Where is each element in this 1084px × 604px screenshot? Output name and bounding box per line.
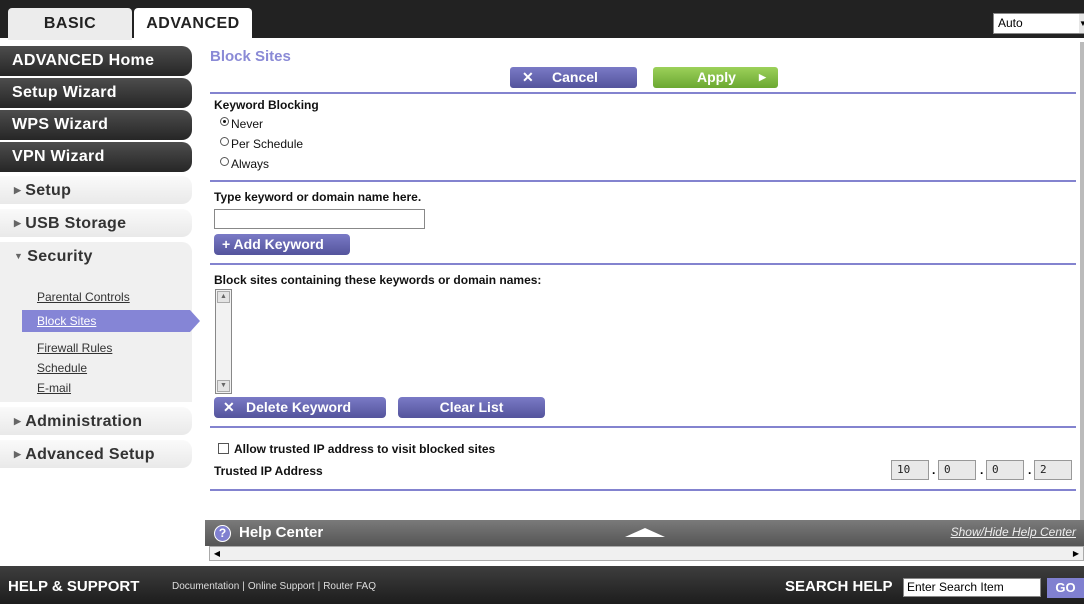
show-hide-help-link[interactable]: Show/Hide Help Center: [951, 525, 1076, 539]
keyword-blocking-label: Keyword Blocking: [214, 98, 319, 112]
sidebar-item-label: Security: [27, 248, 93, 265]
caret-right-icon: ▶: [14, 416, 22, 426]
scroll-down-icon[interactable]: ▼: [217, 380, 230, 392]
sidebar-item-label: Setup: [25, 182, 72, 199]
main-panel: Block Sites ✕ Cancel Apply ▶ Keyword Blo…: [205, 42, 1084, 520]
checkbox-icon: [218, 443, 229, 454]
scroll-left-icon[interactable]: ◀: [211, 548, 223, 559]
trusted-ip-octet-3[interactable]: 0: [986, 460, 1024, 480]
play-arrow-icon: ▶: [759, 72, 766, 82]
sidebar-subitem-schedule[interactable]: Schedule: [37, 361, 87, 375]
delete-keyword-button[interactable]: ✕ Delete Keyword: [214, 397, 386, 418]
sidebar-subitem-block-sites[interactable]: Block Sites: [22, 310, 200, 332]
divider: [210, 489, 1076, 491]
cancel-button[interactable]: ✕ Cancel: [510, 67, 637, 88]
help-support-footer: HELP & SUPPORT Documentation | Online Supp…: [0, 566, 1084, 604]
main-scrollbar[interactable]: [1080, 42, 1084, 520]
sidebar: ADVANCED Home Setup Wizard WPS Wizard VP…: [0, 42, 205, 562]
sidebar-item-advanced-home[interactable]: ADVANCED Home: [0, 46, 192, 76]
divider: [210, 263, 1076, 265]
router-faq-link[interactable]: Router FAQ: [323, 581, 376, 592]
blocked-keyword-list[interactable]: ▲ ▼: [215, 289, 232, 394]
go-button[interactable]: GO: [1047, 578, 1084, 598]
ip-separator: .: [1028, 463, 1032, 477]
trusted-ip-octet-4[interactable]: 2: [1034, 460, 1072, 480]
documentation-link[interactable]: Documentation: [172, 581, 239, 592]
radio-per-schedule-label: Per Schedule: [231, 137, 304, 151]
tab-basic[interactable]: BASIC: [8, 8, 132, 40]
caret-right-icon: ▶: [14, 449, 22, 459]
type-keyword-label: Type keyword or domain name here.: [214, 190, 422, 204]
sidebar-item-label: USB Storage: [25, 215, 127, 232]
sidebar-subitem-label: Block Sites: [37, 314, 97, 328]
radio-never-label: Never: [231, 117, 264, 131]
sidebar-item-vpn-wizard[interactable]: VPN Wizard: [0, 142, 192, 172]
help-support-links: Documentation | Online Support | Router FAQ: [172, 581, 376, 592]
allow-trusted-label: Allow trusted IP address to visit blocke…: [234, 442, 496, 456]
add-keyword-button-label: + Add Keyword: [222, 236, 324, 252]
page-title: Block Sites: [210, 48, 291, 65]
trusted-ip-label: Trusted IP Address: [214, 464, 323, 478]
radio-always-label: Always: [231, 157, 270, 171]
tab-advanced[interactable]: ADVANCED: [134, 8, 252, 40]
search-input[interactable]: Enter Search Item: [903, 578, 1041, 597]
search-help-label: SEARCH HELP: [785, 578, 893, 595]
radio-never[interactable]: Never: [220, 117, 263, 131]
horizontal-scrollbar[interactable]: ◀ ▶: [209, 546, 1084, 561]
divider: [210, 180, 1076, 182]
scroll-up-icon[interactable]: ▲: [217, 291, 230, 303]
link-separator: |: [242, 581, 245, 592]
clear-list-button-label: Clear List: [439, 399, 504, 415]
sidebar-subitem-parental-controls[interactable]: Parental Controls: [37, 290, 130, 304]
allow-trusted-checkbox[interactable]: Allow trusted IP address to visit blocke…: [218, 442, 495, 456]
sidebar-item-advanced-setup[interactable]: ▶ Advanced Setup: [0, 440, 192, 468]
chevron-down-icon: ▼: [1079, 14, 1084, 33]
top-tab-bar: BASIC ADVANCED Auto ▼: [0, 0, 1084, 40]
sidebar-item-administration[interactable]: ▶ Administration: [0, 407, 192, 435]
trusted-ip-octet-2[interactable]: 0: [938, 460, 976, 480]
sidebar-item-wps-wizard[interactable]: WPS Wizard: [0, 110, 192, 140]
sidebar-item-setup[interactable]: ▶ Setup: [0, 176, 192, 204]
delete-keyword-button-label: Delete Keyword: [246, 399, 352, 415]
ip-separator: .: [932, 463, 936, 477]
divider: [210, 426, 1076, 428]
expand-up-icon[interactable]: [625, 528, 665, 537]
radio-per-schedule[interactable]: Per Schedule: [220, 137, 303, 151]
radio-always[interactable]: Always: [220, 157, 269, 171]
sidebar-item-security[interactable]: ▼ Security: [0, 242, 192, 270]
link-separator: |: [317, 581, 321, 592]
caret-right-icon: ▶: [14, 218, 22, 228]
divider: [210, 92, 1076, 94]
clear-list-button[interactable]: Clear List: [398, 397, 545, 418]
apply-button-label: Apply: [697, 69, 736, 85]
sidebar-item-setup-wizard[interactable]: Setup Wizard: [0, 78, 192, 108]
sidebar-item-usb-storage[interactable]: ▶ USB Storage: [0, 209, 192, 237]
apply-button[interactable]: Apply ▶: [653, 67, 778, 88]
help-center-title: Help Center: [239, 524, 324, 541]
add-keyword-button[interactable]: + Add Keyword: [214, 234, 350, 255]
block-list-label: Block sites containing these keywords or…: [214, 273, 542, 287]
ip-separator: .: [980, 463, 984, 477]
language-select-value: Auto: [998, 16, 1023, 30]
sidebar-subitem-email[interactable]: E-mail: [37, 381, 71, 395]
sidebar-item-label: Advanced Setup: [25, 446, 155, 463]
radio-unselected-icon: [220, 157, 229, 166]
radio-selected-icon: [220, 117, 229, 126]
scroll-right-icon[interactable]: ▶: [1070, 548, 1082, 559]
close-icon: ✕: [223, 399, 235, 415]
caret-down-icon: ▼: [14, 251, 24, 261]
cancel-button-label: Cancel: [552, 69, 598, 85]
caret-right-icon: ▶: [14, 185, 22, 195]
sidebar-item-label: Administration: [25, 413, 143, 430]
language-select[interactable]: Auto ▼: [993, 13, 1084, 34]
radio-unselected-icon: [220, 137, 229, 146]
help-center-bar[interactable]: ? Help Center Show/Hide Help Center: [205, 520, 1084, 546]
online-support-link[interactable]: Online Support: [248, 581, 315, 592]
keyword-input[interactable]: [214, 209, 425, 229]
close-icon: ✕: [522, 69, 534, 85]
trusted-ip-octet-1[interactable]: 10: [891, 460, 929, 480]
sidebar-subitem-firewall-rules[interactable]: Firewall Rules: [37, 341, 112, 355]
help-icon: ?: [214, 525, 231, 542]
help-support-title: HELP & SUPPORT: [8, 578, 140, 595]
